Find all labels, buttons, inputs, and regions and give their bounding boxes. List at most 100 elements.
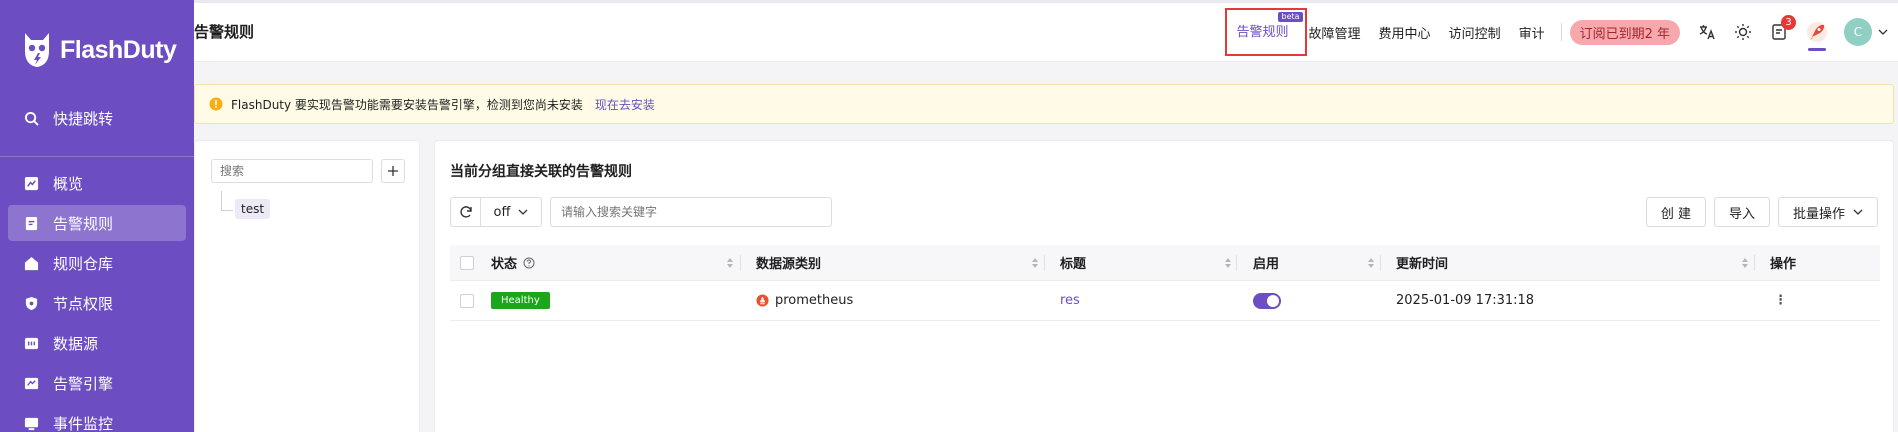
nav-divider: [1560, 23, 1562, 41]
sidebar: FlashDuty 快捷跳转 概览 告警规则 规则仓库 节点权限 数据源 告警引…: [0, 0, 194, 432]
sort-enabled-icon[interactable]: [1367, 257, 1375, 269]
row-checkbox[interactable]: [460, 293, 474, 308]
rocket-icon[interactable]: [1806, 21, 1828, 51]
import-button[interactable]: 导入: [1713, 197, 1770, 227]
help-icon[interactable]: [523, 257, 535, 269]
column-status: 状态: [491, 253, 535, 272]
select-all-checkbox[interactable]: [460, 255, 474, 270]
subscription-badge[interactable]: 订阅已到期2 年: [1569, 19, 1680, 45]
chart-icon: [24, 176, 39, 191]
chevron-down-icon: [1853, 209, 1863, 215]
status-badge: Healthy: [491, 292, 550, 309]
user-avatar[interactable]: C: [1844, 18, 1872, 46]
rule-doc-icon: [24, 216, 39, 231]
enabled-toggle[interactable]: [1253, 292, 1281, 309]
toolbar-left: off: [450, 197, 832, 227]
brand[interactable]: FlashDuty: [0, 0, 194, 100]
refresh-button[interactable]: [451, 198, 481, 226]
column-separator: [1236, 254, 1237, 271]
nav-billing[interactable]: 费用中心: [1379, 23, 1431, 42]
nav-alert-rules[interactable]: 告警规则 beta: [1224, 8, 1307, 56]
sidebar-item-label: 节点权限: [53, 294, 114, 313]
group-tree-panel: test: [194, 140, 420, 432]
warehouse-icon: [24, 256, 39, 271]
nav-audit[interactable]: 审计: [1519, 23, 1545, 42]
column-datasource-type: 数据源类别: [756, 257, 822, 272]
auto-refresh-select[interactable]: off: [481, 198, 541, 226]
rules-panel: 当前分组直接关联的告警规则 off 创 建 导入 批量操作 状态: [434, 140, 1894, 432]
quick-jump-label: 快捷跳转: [53, 109, 114, 128]
rule-title-link[interactable]: res: [1060, 293, 1080, 308]
rule-search-input[interactable]: [550, 197, 832, 227]
sidebar-item-alert-rules[interactable]: 告警规则: [8, 205, 186, 241]
plus-icon: [388, 166, 398, 176]
sort-datasource-icon[interactable]: [1031, 257, 1039, 269]
quick-jump[interactable]: 快捷跳转: [8, 100, 186, 136]
sort-status-icon[interactable]: [726, 257, 734, 269]
sort-updated-icon[interactable]: [1741, 257, 1749, 269]
sun-icon[interactable]: [1734, 23, 1752, 41]
column-separator: [1380, 254, 1381, 271]
notification-count: 3: [1781, 15, 1796, 30]
more-actions-icon[interactable]: ⋮: [1774, 293, 1787, 308]
sidebar-item-datasource[interactable]: 数据源: [8, 325, 186, 361]
page-title: 告警规则: [194, 23, 255, 41]
refresh-icon: [459, 206, 472, 218]
sidebar-item-node-permissions[interactable]: 节点权限: [8, 285, 186, 321]
top-header: 告警规则 告警规则 beta 故障管理 费用中心 访问控制 审计 订阅已到期2 …: [194, 0, 1898, 62]
engine-icon: [24, 376, 39, 391]
brand-name: FlashDuty: [60, 35, 177, 64]
top-nav: 告警规则 beta 故障管理 费用中心 访问控制 审计 订阅已到期2 年 3 C: [1224, 3, 1898, 61]
nav-alert-rules-label: 告警规则: [1236, 25, 1289, 40]
active-indicator: [1808, 48, 1826, 51]
toolbar-right: 创 建 导入 批量操作: [1645, 197, 1878, 227]
sidebar-item-rule-repo[interactable]: 规则仓库: [8, 245, 186, 281]
sidebar-item-label: 概览: [53, 174, 84, 193]
sidebar-item-label: 事件监控: [53, 414, 114, 432]
sidebar-item-alert-engine[interactable]: 告警引擎: [8, 365, 186, 401]
tree-branch-line: [221, 191, 233, 211]
create-button[interactable]: 创 建: [1645, 197, 1706, 227]
shield-icon: [24, 296, 39, 311]
sidebar-item-label: 告警引擎: [53, 374, 114, 393]
notification-icon[interactable]: 3: [1770, 15, 1796, 41]
nav-incident-management[interactable]: 故障管理: [1309, 23, 1361, 42]
nav-access-control[interactable]: 访问控制: [1449, 23, 1501, 42]
tree-node-test[interactable]: test: [235, 199, 271, 219]
column-title: 标题: [1060, 257, 1087, 272]
chevron-down-icon[interactable]: [1878, 27, 1888, 37]
sidebar-item-label: 数据源: [53, 334, 99, 353]
sidebar-item-label: 规则仓库: [53, 254, 114, 273]
beta-badge: beta: [1278, 12, 1303, 22]
translate-icon[interactable]: [1698, 23, 1716, 41]
prometheus-icon: [756, 294, 769, 307]
install-now-link[interactable]: 现在去安装: [595, 96, 655, 113]
datasource-cell: prometheus: [756, 293, 853, 308]
tree-search-input[interactable]: [211, 159, 373, 183]
auto-refresh-value: off: [493, 204, 511, 220]
sidebar-item-overview[interactable]: 概览: [8, 165, 186, 201]
alert-message: FlashDuty 要实现告警功能需要安装告警引擎，检测到您尚未安装: [231, 97, 583, 112]
warning-icon: [209, 97, 223, 111]
chevron-down-icon: [518, 209, 528, 215]
add-group-button[interactable]: [381, 159, 405, 183]
table-row: Healthy prometheus res 2025-01-09 17:31:…: [450, 281, 1880, 321]
refresh-control: off: [450, 197, 542, 227]
search-icon: [24, 111, 39, 126]
updated-at: 2025-01-09 17:31:18: [1396, 293, 1535, 308]
column-separator: [1754, 254, 1755, 271]
datasource-name: prometheus: [775, 293, 854, 308]
batch-operations-label: 批量操作: [1792, 206, 1845, 222]
column-enabled: 启用: [1253, 257, 1280, 272]
rules-table: 状态 数据源类别 标题 启用 更新时间 操作 Healthy prometheu…: [450, 245, 1880, 321]
sidebar-item-event-monitor[interactable]: 事件监控: [8, 405, 186, 432]
monitor-icon: [24, 416, 39, 431]
sort-title-icon[interactable]: [1224, 257, 1232, 269]
sidebar-divider: [0, 156, 194, 157]
column-separator: [1044, 254, 1045, 271]
column-actions: 操作: [1770, 257, 1797, 272]
batch-operations-button[interactable]: 批量操作: [1777, 197, 1878, 227]
datasource-icon: [24, 336, 39, 351]
table-header: 状态 数据源类别 标题 启用 更新时间 操作: [450, 245, 1880, 281]
column-separator: [740, 254, 741, 271]
